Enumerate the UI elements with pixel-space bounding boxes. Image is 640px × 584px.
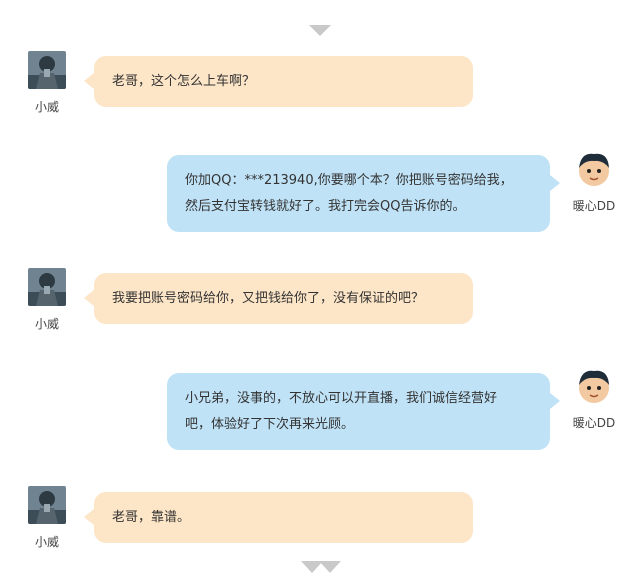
message-text: 老哥，这个怎么上车啊？ [112, 74, 256, 89]
avatar[interactable] [575, 150, 613, 188]
avatar-block: 小威 [19, 51, 75, 115]
message-text: 我要把账号密码给你，又把钱给你了，没有保证的吧？ [112, 291, 425, 306]
avatar[interactable] [28, 486, 66, 524]
chevron-down-icon[interactable] [309, 25, 331, 36]
message-line: 你加QQ：***213940,你要哪个本？你把账号密码给我， [185, 173, 513, 188]
message-bubble: 老哥，这个怎么上车啊？ [84, 56, 473, 107]
message-text: 老哥，靠谱。 [112, 510, 191, 525]
message-line: 吧，体验好了下次再来光顾。 [185, 417, 355, 432]
message-bubble: 小兄弟，没事的，不放心可以开直播，我们诚信经营好 吧，体验好了下次再来光顾。 [167, 373, 560, 450]
avatar-block: 小威 [19, 486, 75, 550]
username: 暖心DD [572, 199, 616, 213]
message-line: 小兄弟，没事的，不放心可以开直播，我们诚信经营好 [185, 391, 498, 406]
username: 小威 [34, 100, 59, 114]
avatar-block: 小威 [19, 268, 75, 332]
avatar[interactable] [28, 268, 66, 306]
message-bubble: 我要把账号密码给你，又把钱给你了，没有保证的吧？ [84, 273, 473, 324]
double-chevron-down-icon[interactable] [301, 561, 343, 573]
avatar-block: 暖心DD [566, 367, 622, 431]
avatar-block: 暖心DD [566, 150, 622, 214]
username: 小威 [34, 317, 59, 331]
avatar[interactable] [575, 367, 613, 405]
message-bubble: 你加QQ：***213940,你要哪个本？你把账号密码给我， 然后支付宝转钱就好… [167, 155, 560, 232]
message-line: 然后支付宝转钱就好了。我打完会QQ告诉你的。 [185, 199, 466, 214]
username: 小威 [34, 535, 59, 549]
message-bubble: 老哥，靠谱。 [84, 492, 473, 543]
avatar[interactable] [28, 51, 66, 89]
username: 暖心DD [572, 416, 616, 430]
